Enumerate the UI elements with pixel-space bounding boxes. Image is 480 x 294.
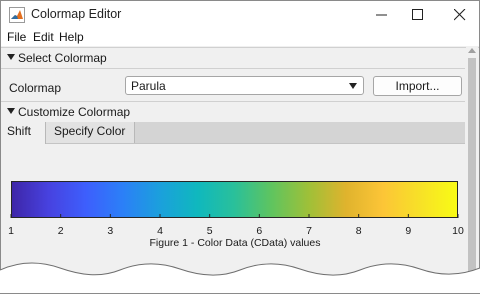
colorbar-tick-label: 1 xyxy=(8,225,14,237)
import-button[interactable]: Import... xyxy=(373,76,462,96)
colorbar-tick-label: 7 xyxy=(306,225,312,237)
colorbar-tick-label: 9 xyxy=(405,225,412,237)
divider xyxy=(1,47,479,48)
minimize-button[interactable] xyxy=(363,1,401,28)
colorbar-tick-label: 3 xyxy=(107,225,114,237)
window-title: Colormap Editor xyxy=(31,7,122,21)
menu-file[interactable]: File xyxy=(7,30,26,44)
customize-colormap-header[interactable]: Customize Colormap xyxy=(1,104,465,121)
colormap-editor-window: Colormap Editor File Edit Help Select Co… xyxy=(0,0,480,294)
colorbar-tick-label: 8 xyxy=(355,225,362,237)
colorbar-tick-label: 4 xyxy=(157,225,163,237)
menu-bar: File Edit Help xyxy=(1,28,479,46)
close-icon xyxy=(454,9,466,21)
collapse-triangle-icon xyxy=(7,108,15,114)
collapse-triangle-icon xyxy=(7,54,15,60)
customize-colormap-title: Customize Colormap xyxy=(18,105,131,119)
select-colormap-title: Select Colormap xyxy=(18,51,107,65)
colorbar[interactable] xyxy=(11,181,458,218)
colorbar-tick-label: 2 xyxy=(57,225,64,237)
chevron-down-icon xyxy=(349,83,357,89)
minimize-icon xyxy=(376,14,387,16)
colormap-label: Colormap xyxy=(9,81,62,95)
colorbar-caption: Figure 1 - Color Data (CData) values xyxy=(149,237,321,249)
colorbar-tick-label: 10 xyxy=(452,225,464,237)
colormap-dropdown[interactable]: Parula xyxy=(125,76,364,95)
menu-help[interactable]: Help xyxy=(59,30,84,44)
title-bar[interactable]: Colormap Editor xyxy=(1,1,479,28)
matlab-icon xyxy=(9,7,25,23)
close-button[interactable] xyxy=(441,1,479,28)
divider xyxy=(1,101,465,102)
colormap-selected-value: Parula xyxy=(131,79,166,93)
maximize-button[interactable] xyxy=(399,1,437,28)
maximize-icon xyxy=(412,9,423,20)
colorbar-tick-label: 5 xyxy=(206,225,213,237)
tab-specify-color[interactable]: Specify Color xyxy=(46,122,135,143)
divider xyxy=(1,68,465,69)
select-colormap-header[interactable]: Select Colormap xyxy=(1,50,465,67)
torn-edge-decoration xyxy=(0,262,480,293)
tab-strip: Shift Specify Color xyxy=(1,122,465,144)
colorbar-tick-label: 6 xyxy=(256,225,263,237)
scroll-up-arrow-icon[interactable] xyxy=(468,48,476,53)
tab-shift[interactable]: Shift xyxy=(1,122,46,144)
menu-edit[interactable]: Edit xyxy=(33,30,54,44)
